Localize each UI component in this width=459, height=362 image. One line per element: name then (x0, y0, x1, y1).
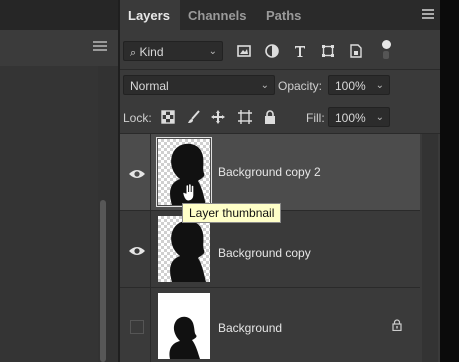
lock-artboard-icon[interactable] (237, 109, 253, 125)
window-edge (440, 0, 459, 362)
opacity-field[interactable]: 100% ⌄ (328, 75, 390, 95)
layer-row[interactable]: Background (120, 288, 420, 362)
divider (150, 288, 151, 362)
opacity-value: 100% (335, 79, 366, 93)
fill-field[interactable]: 100% ⌄ (328, 107, 390, 127)
lock-label: Lock: (123, 111, 152, 125)
tab-channels[interactable]: Channels (188, 8, 247, 23)
chevron-down-icon: ⌄ (375, 112, 384, 123)
divider (120, 69, 440, 70)
panel-tabs: Layers Channels Paths (120, 0, 440, 30)
layer-name[interactable]: Background copy (218, 246, 311, 260)
left-panel-body (0, 66, 98, 362)
layer-name[interactable]: Background copy 2 (218, 165, 321, 179)
panel-menu-icon[interactable] (422, 9, 434, 19)
divider (150, 211, 151, 287)
divider (150, 134, 151, 210)
blend-mode-value: Normal (130, 79, 169, 93)
tab-layers[interactable]: Layers (128, 8, 170, 23)
layer-name[interactable]: Background (218, 321, 282, 335)
fill-value: 100% (335, 111, 366, 125)
visibility-toggle-empty[interactable] (130, 320, 144, 334)
chevron-down-icon: ⌄ (375, 80, 384, 91)
layer-row[interactable]: Background copy 2 (120, 134, 420, 210)
blend-mode-dropdown[interactable]: Normal ⌄ (123, 75, 275, 95)
tab-paths[interactable]: Paths (266, 8, 301, 23)
lock-icon[interactable] (392, 319, 402, 331)
search-icon: ⌕ (130, 47, 137, 59)
chevron-down-icon: ⌄ (260, 80, 269, 91)
adjustment-filter-icon[interactable] (264, 43, 280, 59)
layers-panel: Layers Channels Paths ⌕ Kind ⌄ Normal ⌄ … (120, 0, 440, 362)
layer-thumbnail[interactable] (158, 293, 210, 359)
lock-all-icon[interactable] (262, 109, 278, 125)
lock-transparent-pixels-icon[interactable] (160, 109, 176, 125)
chevron-down-icon: ⌄ (208, 46, 217, 57)
left-panel-header (0, 0, 118, 30)
lock-position-icon[interactable] (210, 109, 226, 125)
tooltip: Layer thumbnail (182, 203, 282, 223)
visibility-eye-icon[interactable] (128, 168, 146, 180)
lock-image-pixels-icon[interactable] (186, 109, 202, 125)
kind-filter-dropdown[interactable]: ⌕ Kind ⌄ (123, 41, 223, 61)
filter-toggle-icon[interactable] (382, 40, 391, 49)
visibility-eye-icon[interactable] (128, 245, 146, 257)
fill-label: Fill: (306, 111, 325, 125)
pixel-layer-filter-icon[interactable] (236, 43, 252, 59)
shape-filter-icon[interactable] (320, 43, 336, 59)
kind-filter-label: Kind (139, 45, 164, 59)
left-panel-menu-icon[interactable] (93, 41, 107, 51)
layers-scrollbar[interactable] (422, 134, 438, 362)
hand-cursor-icon (182, 183, 195, 202)
filter-toggle-stem (383, 51, 389, 59)
type-filter-icon[interactable] (292, 43, 308, 59)
opacity-label: Opacity: (278, 79, 323, 93)
smart-object-filter-icon[interactable] (348, 43, 364, 59)
left-panel-scrollbar[interactable] (100, 200, 106, 362)
silhouette-image (169, 316, 200, 359)
silhouette-image (170, 220, 206, 282)
layer-thumbnail[interactable] (158, 216, 210, 282)
